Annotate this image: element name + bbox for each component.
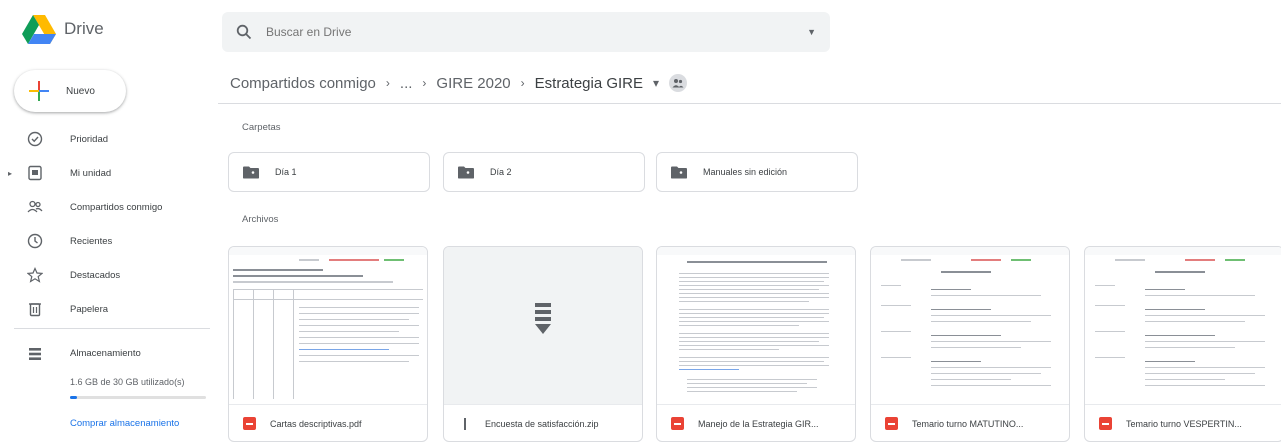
clock-icon [27, 233, 43, 249]
document-preview [657, 255, 855, 404]
sidebar-item-label: Papelera [70, 303, 109, 315]
file-name: Temario turno VESPERTIN... [1126, 418, 1242, 429]
shared-folder-icon [671, 166, 687, 178]
file-thumbnail [444, 247, 642, 405]
folder-name: Manuales sin edición [703, 167, 788, 177]
my-drive-icon [28, 165, 42, 181]
folder-card[interactable]: Manuales sin edición [656, 152, 858, 192]
folder-card[interactable]: Día 2 [443, 152, 645, 192]
zip-icon [458, 417, 471, 430]
sidebar-item-label: Mi unidad [70, 167, 112, 179]
folder-name: Día 1 [275, 167, 297, 177]
storage-bar [70, 396, 206, 399]
shared-folder-icon [243, 166, 259, 178]
folders-section-title: Carpetas [242, 122, 281, 133]
main-divider [218, 103, 1281, 104]
sidebar-item-label: Prioridad [70, 133, 109, 145]
zip-large-icon [535, 303, 551, 334]
file-name: Manejo de la Estrategia GIR... [698, 418, 819, 429]
sidebar-nav: Prioridad ▸ Mi unidad Compartidos conmig… [0, 122, 210, 326]
priority-icon [27, 131, 43, 147]
pdf-icon [243, 417, 256, 430]
sidebar-item-shared[interactable]: Compartidos conmigo [0, 190, 210, 224]
search-options-icon[interactable]: ▼ [807, 27, 816, 37]
storage-bar-fill [70, 396, 78, 399]
breadcrumb: Compartidos conmigo › ... › GIRE 2020 › … [230, 70, 688, 96]
pdf-icon [885, 417, 898, 430]
shared-folder-icon [458, 166, 474, 178]
buy-storage-link[interactable]: Comprar almacenamiento [70, 418, 179, 429]
file-name: Temario turno MATUTINO... [912, 418, 1024, 429]
shared-folder-icon [669, 74, 688, 92]
breadcrumb-separator: › [422, 76, 427, 90]
sidebar-item-trash[interactable]: Papelera [0, 292, 210, 326]
file-name: Cartas descriptivas.pdf [270, 418, 362, 429]
file-name-row: Encuesta de satisfacción.zip [458, 417, 638, 430]
file-thumbnail [1085, 247, 1281, 405]
file-name-row: Cartas descriptivas.pdf [243, 417, 423, 430]
file-name-row: Manejo de la Estrategia GIR... [671, 417, 851, 430]
search-bar[interactable]: ▼ [222, 12, 830, 52]
sidebar-item-priority[interactable]: Prioridad [0, 122, 210, 156]
sidebar-item-recent[interactable]: Recientes [0, 224, 210, 258]
file-name: Encuesta de satisfacción.zip [485, 418, 599, 429]
sidebar-item-my-drive[interactable]: ▸ Mi unidad [0, 156, 210, 190]
breadcrumb-separator: › [385, 76, 390, 90]
sidebar-item-label: Destacados [70, 269, 121, 281]
drive-logo-icon [22, 15, 56, 44]
plus-icon [29, 81, 49, 101]
folder-card[interactable]: Día 1 [228, 152, 430, 192]
search-icon[interactable] [236, 24, 252, 40]
breadcrumb-more[interactable]: ... [400, 75, 413, 92]
pdf-icon [671, 417, 684, 430]
file-thumbnail [871, 247, 1069, 405]
file-name-row: Temario turno MATUTINO... [885, 417, 1065, 430]
file-card[interactable]: Cartas descriptivas.pdf [228, 246, 428, 442]
breadcrumb-current[interactable]: Estrategia GIRE [535, 75, 643, 92]
file-name-row: Temario turno VESPERTIN... [1099, 417, 1279, 430]
file-thumbnail [657, 247, 855, 405]
drive-logo[interactable]: Drive [22, 14, 104, 44]
sidebar-item-starred[interactable]: Destacados [0, 258, 210, 292]
new-button-label: Nuevo [66, 85, 95, 97]
files-section-title: Archivos [242, 214, 279, 225]
shared-with-me-icon [27, 200, 43, 213]
breadcrumb-dropdown-icon[interactable]: ▾ [653, 76, 659, 90]
search-input[interactable] [266, 25, 786, 39]
document-preview [871, 255, 1069, 404]
sidebar-item-label: Recientes [70, 235, 113, 247]
trash-icon [29, 303, 41, 317]
pdf-icon [1099, 417, 1112, 430]
breadcrumb-separator: › [520, 76, 525, 90]
storage-icon [29, 348, 41, 360]
storage-label[interactable]: Almacenamiento [70, 348, 141, 359]
document-preview [229, 255, 427, 404]
document-preview [1085, 255, 1281, 404]
breadcrumb-shared[interactable]: Compartidos conmigo [230, 75, 376, 92]
file-card[interactable]: Temario turno VESPERTIN... [1084, 246, 1281, 442]
sidebar-item-label: Compartidos conmigo [70, 201, 163, 213]
sidebar-divider [14, 328, 210, 329]
folder-name: Día 2 [490, 167, 512, 177]
file-card[interactable]: Temario turno MATUTINO... [870, 246, 1070, 442]
file-card[interactable]: Encuesta de satisfacción.zip [443, 246, 643, 442]
expand-caret-icon[interactable]: ▸ [8, 169, 12, 178]
new-button[interactable]: Nuevo [14, 70, 126, 112]
app-name: Drive [64, 19, 104, 38]
star-icon [27, 267, 43, 283]
breadcrumb-gire2020[interactable]: GIRE 2020 [436, 75, 510, 92]
storage-usage: 1.6 GB de 30 GB utilizado(s) [70, 377, 185, 387]
file-thumbnail [229, 247, 427, 405]
file-card[interactable]: Manejo de la Estrategia GIR... [656, 246, 856, 442]
